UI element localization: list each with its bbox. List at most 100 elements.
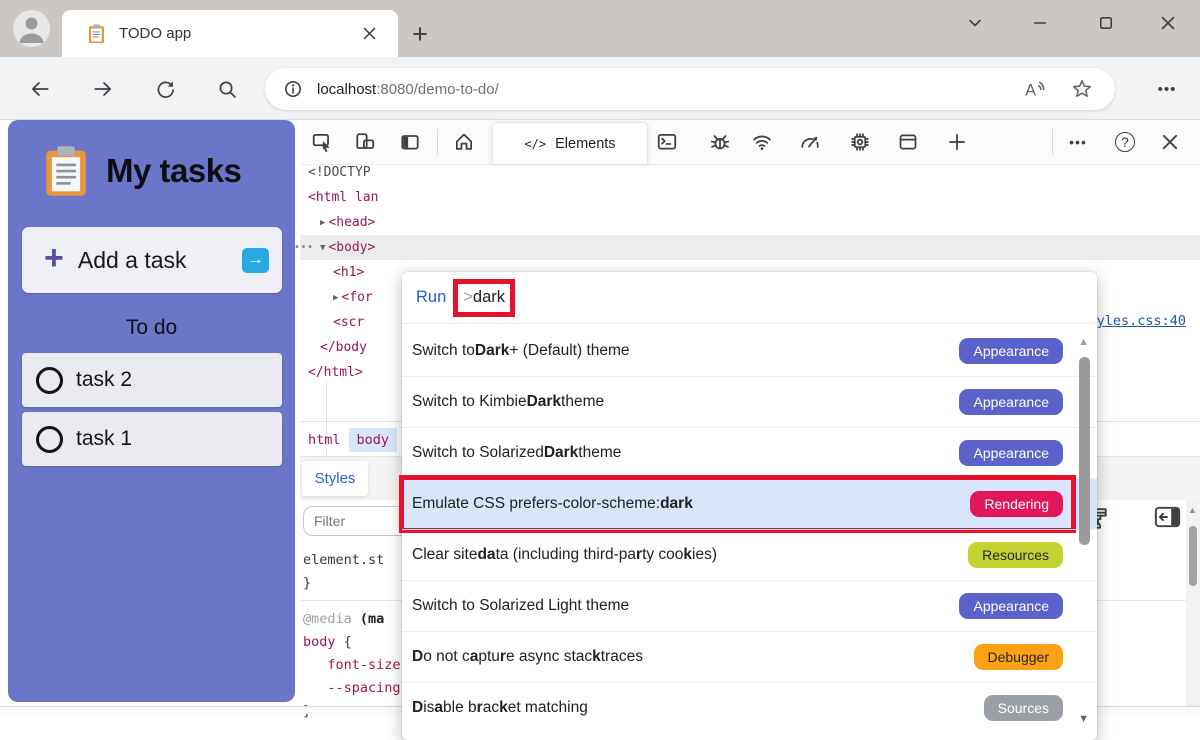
task-checkbox[interactable] — [36, 367, 63, 394]
tab-issues[interactable] — [708, 130, 732, 154]
styles-scrollbar[interactable]: ▲ — [1186, 500, 1200, 714]
maximize-button[interactable] — [1089, 8, 1123, 38]
command-item-text: o not c — [423, 648, 470, 666]
command-query-input[interactable]: dark — [473, 288, 505, 307]
query-prefix: > — [463, 288, 473, 307]
tab-application[interactable] — [896, 130, 920, 154]
back-button[interactable] — [25, 74, 55, 104]
dom-token: <body> — [328, 240, 375, 255]
scroll-up-icon[interactable]: ▲ — [1188, 505, 1197, 515]
command-item-text: k — [592, 648, 601, 666]
close-icon — [1160, 15, 1176, 31]
run-label: Run — [416, 288, 446, 307]
welcome-home-button[interactable] — [452, 130, 476, 154]
styles-filter-input[interactable] — [303, 506, 416, 536]
command-item[interactable]: Do not capture async stack tracesDebugge… — [402, 631, 1097, 682]
command-item[interactable]: Disable bracket matchingSources — [402, 682, 1097, 733]
search-button[interactable] — [212, 74, 242, 104]
dom-token: </body — [320, 340, 367, 355]
command-item[interactable]: Clear site data (including third-party c… — [402, 529, 1097, 580]
task-checkbox[interactable] — [36, 426, 63, 453]
category-badge: Appearance — [959, 338, 1063, 364]
tab-styles[interactable]: Styles — [302, 461, 368, 496]
command-item[interactable]: Switch to Kimbie Dark themeAppearance — [402, 376, 1097, 427]
expand-closed-icon[interactable]: ▶ — [333, 293, 338, 303]
breadcrumb-html[interactable]: html — [300, 428, 349, 452]
right-arrow-icon: → — [248, 251, 264, 269]
devtools-menu-button[interactable]: ••• — [1066, 130, 1090, 154]
command-palette: Run >dark Switch to Dark+ (Default) them… — [402, 272, 1097, 740]
command-item-text: Switch to Solarized — [412, 444, 544, 462]
command-item-text: a — [434, 699, 443, 717]
tab-network[interactable] — [750, 130, 774, 154]
command-item-text: dark — [660, 495, 693, 513]
command-item-text: D — [412, 699, 423, 717]
command-item-text: Dark — [475, 342, 509, 360]
command-list: Switch to Dark+ (Default) themeAppearanc… — [402, 325, 1097, 740]
palette-scroll-down-icon[interactable]: ▼ — [1078, 713, 1089, 725]
dom-tree-node[interactable]: ▶<head> — [300, 210, 1200, 235]
address-bar[interactable]: localhost:8080/demo-to-do/ A — [265, 68, 1115, 110]
expand-closed-icon[interactable]: ▶ — [320, 218, 325, 228]
task-label: task 2 — [76, 368, 132, 392]
browser-tab[interactable]: TODO app — [62, 10, 398, 57]
command-item[interactable]: Switch to Solarized Light themeAppearanc… — [402, 580, 1097, 631]
favorites-star-button[interactable] — [1071, 78, 1093, 100]
expand-open-icon[interactable]: ▼ — [320, 243, 325, 253]
profile-avatar[interactable] — [13, 10, 50, 47]
dom-node-menu-icon[interactable]: ••• — [294, 242, 314, 253]
plus-icon: + — [44, 241, 64, 275]
css-token: } — [303, 575, 311, 591]
devtools-toolbar: </> Elements — [300, 120, 1200, 164]
tab-memory[interactable] — [848, 130, 872, 154]
collapse-pane-icon[interactable] — [1154, 505, 1181, 531]
read-aloud-button[interactable]: A — [1023, 77, 1049, 101]
dom-tree-node[interactable]: <html lan — [300, 185, 1200, 210]
command-item-text: Switch to — [412, 342, 475, 360]
dom-tree-node[interactable]: <!DOCTYP — [300, 160, 1200, 185]
css-token: --spacing — [327, 680, 400, 696]
minimize-icon — [1032, 15, 1048, 31]
site-info-icon[interactable] — [283, 79, 303, 99]
dom-token: <html lan — [308, 190, 378, 205]
browser-menu-button[interactable]: ••• — [1148, 74, 1186, 104]
tab-performance[interactable] — [798, 130, 822, 154]
tab-close-button[interactable] — [358, 23, 380, 45]
submit-task-button[interactable]: → — [242, 248, 269, 273]
task-row[interactable]: task 2 — [22, 353, 282, 407]
more-tabs-button[interactable] — [945, 130, 969, 154]
command-item-text: Dark — [527, 393, 561, 411]
inspect-element-button[interactable] — [310, 130, 334, 154]
command-item[interactable]: Switch to Solarized Dark themeAppearance — [402, 427, 1097, 478]
help-icon: ? — [1115, 132, 1135, 152]
dom-tree-node[interactable]: •••▼<body> — [300, 235, 1200, 260]
palette-scroll-up-icon[interactable]: ▲ — [1078, 336, 1089, 348]
dom-token: <!DOCTYP — [308, 165, 371, 180]
tab-actions-menu-button[interactable] — [958, 8, 992, 38]
task-row[interactable]: task 1 — [22, 412, 282, 466]
refresh-button[interactable] — [150, 74, 180, 104]
forward-button[interactable] — [88, 74, 118, 104]
command-item-text: is — [423, 699, 434, 717]
window-close-button[interactable] — [1151, 8, 1185, 38]
scrollbar-thumb[interactable] — [1189, 526, 1197, 586]
device-toolbar-button[interactable] — [353, 130, 377, 154]
minimize-button[interactable] — [1023, 8, 1057, 38]
new-tab-button[interactable]: + — [406, 20, 434, 48]
css-token: (ma — [352, 611, 385, 627]
focus-page-button[interactable] — [398, 130, 422, 154]
breadcrumb-body[interactable]: body — [349, 428, 398, 452]
palette-scrollbar-thumb[interactable] — [1079, 357, 1090, 545]
tab-elements[interactable]: </> Elements — [492, 122, 648, 164]
devtools-close-button[interactable] — [1158, 130, 1182, 154]
add-task-button[interactable]: + Add a task → — [22, 227, 282, 293]
query-annotation-box: >dark — [453, 279, 515, 317]
tab-console[interactable] — [655, 130, 679, 154]
command-item[interactable]: Switch to Dark+ (Default) themeAppearanc… — [402, 325, 1097, 376]
browser-tab-strip: TODO app + — [0, 0, 1200, 57]
todo-app-title: My tasks — [106, 152, 241, 190]
chevron-down-icon — [967, 15, 983, 31]
devtools-help-button[interactable]: ? — [1113, 130, 1137, 154]
command-item-text: e async stac — [506, 648, 592, 666]
command-item[interactable]: Emulate CSS prefers-color-scheme: darkRe… — [402, 478, 1097, 529]
